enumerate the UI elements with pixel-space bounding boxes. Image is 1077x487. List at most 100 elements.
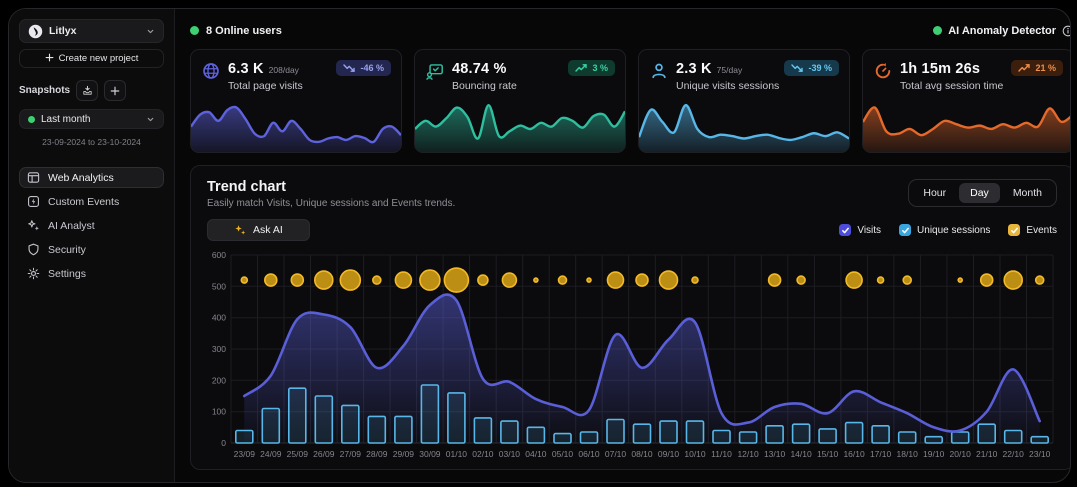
chart-legend: Visits Unique sessions Events — [839, 224, 1057, 236]
range-tabs: HourDayMonth — [908, 179, 1057, 207]
sparkline — [415, 98, 625, 152]
ask-ai-button[interactable]: Ask AI — [207, 219, 310, 241]
sidebar-item-custom-events[interactable]: Custom Events — [19, 191, 164, 212]
svg-text:15/10: 15/10 — [817, 449, 839, 459]
trend-toolbar: Ask AI Visits Unique sessions Events — [207, 219, 1057, 241]
topbar: 8 Online users AI Anomaly Detector — [190, 21, 1071, 40]
stat-card-bouncing-rate: 48.74 %Bouncing rate3 % — [414, 49, 626, 153]
stat-label: Total avg session time — [900, 80, 1003, 92]
svg-text:07/10: 07/10 — [605, 449, 627, 459]
tab-hour[interactable]: Hour — [912, 183, 957, 203]
app-window: Litlyx Create new project Snapshots Last… — [8, 8, 1071, 483]
legend-checkbox[interactable] — [839, 224, 851, 236]
stat-per-day: 75/day — [717, 65, 743, 75]
trend-badge-value: 3 % — [592, 63, 608, 73]
svg-text:30/09: 30/09 — [419, 449, 441, 459]
trend-badge-value: 21 % — [1035, 63, 1056, 73]
trend-down-icon — [343, 64, 355, 72]
sidebar-item-security[interactable]: Security — [19, 239, 164, 260]
user-icon — [650, 62, 668, 92]
svg-text:25/09: 25/09 — [287, 449, 309, 459]
trend-badge-value: -46 % — [360, 63, 384, 73]
plus-icon — [45, 53, 54, 65]
svg-text:04/10: 04/10 — [525, 449, 547, 459]
trend-down-icon — [791, 64, 803, 72]
stat-value: 6.3 K — [228, 61, 264, 77]
svg-text:600: 600 — [212, 250, 226, 260]
svg-text:22/10: 22/10 — [1003, 449, 1025, 459]
legend-label: Events — [1026, 225, 1057, 236]
snapshots-label: Snapshots — [19, 85, 70, 96]
snapshot-date-range: 23-09-2024 to 23-10-2024 — [19, 137, 164, 147]
trend-badge: -46 % — [336, 60, 391, 76]
chevron-down-icon — [146, 27, 155, 36]
svg-text:17/10: 17/10 — [870, 449, 892, 459]
legend-item-unique-sessions[interactable]: Unique sessions — [899, 224, 990, 236]
svg-text:08/10: 08/10 — [631, 449, 653, 459]
tab-day[interactable]: Day — [959, 183, 1000, 203]
bounce-icon — [426, 62, 444, 92]
svg-text:01/10: 01/10 — [446, 449, 468, 459]
download-snapshot-button[interactable] — [76, 80, 98, 101]
online-users: 8 Online users — [190, 25, 282, 37]
legend-checkbox[interactable] — [1008, 224, 1020, 236]
trend-badge: -39 % — [784, 60, 839, 76]
svg-text:16/10: 16/10 — [843, 449, 865, 459]
sidebar-item-label: Settings — [48, 268, 86, 280]
trend-up-icon — [1018, 64, 1030, 72]
stat-value: 48.74 % — [452, 61, 507, 77]
litlyx-logo-icon — [28, 24, 43, 39]
tab-month[interactable]: Month — [1002, 183, 1053, 203]
web-analytics-icon — [27, 171, 40, 184]
create-project-label: Create new project — [59, 53, 139, 64]
sidebar-item-ai-analyst[interactable]: AI Analyst — [19, 215, 164, 236]
trend-badge: 21 % — [1011, 60, 1063, 76]
svg-text:400: 400 — [212, 313, 226, 323]
svg-text:06/10: 06/10 — [578, 449, 600, 459]
stat-per-day: 208/day — [269, 65, 299, 75]
svg-text:0: 0 — [221, 438, 226, 448]
online-users-label: 8 Online users — [206, 25, 282, 37]
sparkline — [639, 98, 849, 152]
ai-anomaly-detector: AI Anomaly Detector — [933, 25, 1071, 37]
svg-text:28/09: 28/09 — [366, 449, 388, 459]
anomaly-detector-label: AI Anomaly Detector — [948, 25, 1056, 37]
stat-cards: 6.3 K 208/day Total page visits -46 % 48.74 … — [190, 49, 1071, 153]
create-project-button[interactable]: Create new project — [19, 49, 164, 68]
snapshot-select[interactable]: Last month — [19, 109, 164, 129]
svg-text:19/10: 19/10 — [923, 449, 945, 459]
legend-item-visits[interactable]: Visits — [839, 224, 881, 236]
sidebar-item-label: Security — [48, 244, 86, 256]
svg-text:21/10: 21/10 — [976, 449, 998, 459]
svg-text:100: 100 — [212, 407, 226, 417]
stat-value: 1h 15m 26s — [900, 61, 980, 77]
svg-text:26/09: 26/09 — [313, 449, 335, 459]
timer-icon — [874, 62, 892, 92]
ask-ai-label: Ask AI — [253, 224, 283, 236]
sidebar: Litlyx Create new project Snapshots Last… — [9, 9, 175, 482]
legend-item-events[interactable]: Events — [1008, 224, 1057, 236]
stat-label: Total page visits — [228, 80, 303, 92]
info-icon[interactable] — [1062, 25, 1071, 37]
sidebar-item-web-analytics[interactable]: Web Analytics — [19, 167, 164, 188]
stat-value: 2.3 K — [676, 61, 712, 77]
ai-analyst-icon — [27, 219, 40, 232]
sparkline — [191, 98, 401, 152]
settings-icon — [27, 267, 40, 280]
svg-text:03/10: 03/10 — [499, 449, 521, 459]
stat-card-total-page-visits: 6.3 K 208/day Total page visits -46 % — [190, 49, 402, 153]
svg-text:200: 200 — [212, 375, 226, 385]
trend-chart-canvas: 010020030040050060023/0924/0925/0926/092… — [207, 247, 1057, 461]
trend-up-icon — [575, 64, 587, 72]
add-snapshot-button[interactable] — [104, 80, 126, 101]
snapshots-header: Snapshots — [19, 80, 164, 101]
snapshot-select-value: Last month — [41, 114, 90, 125]
legend-label: Unique sessions — [917, 225, 990, 236]
legend-checkbox[interactable] — [899, 224, 911, 236]
sidebar-item-label: Web Analytics — [48, 172, 114, 184]
project-selector[interactable]: Litlyx — [19, 19, 164, 43]
sidebar-item-settings[interactable]: Settings — [19, 263, 164, 284]
trend-badge: 3 % — [568, 60, 615, 76]
trend-chart-card: Trend chart Easily match Visits, Unique … — [190, 165, 1071, 470]
svg-text:23/10: 23/10 — [1029, 449, 1051, 459]
